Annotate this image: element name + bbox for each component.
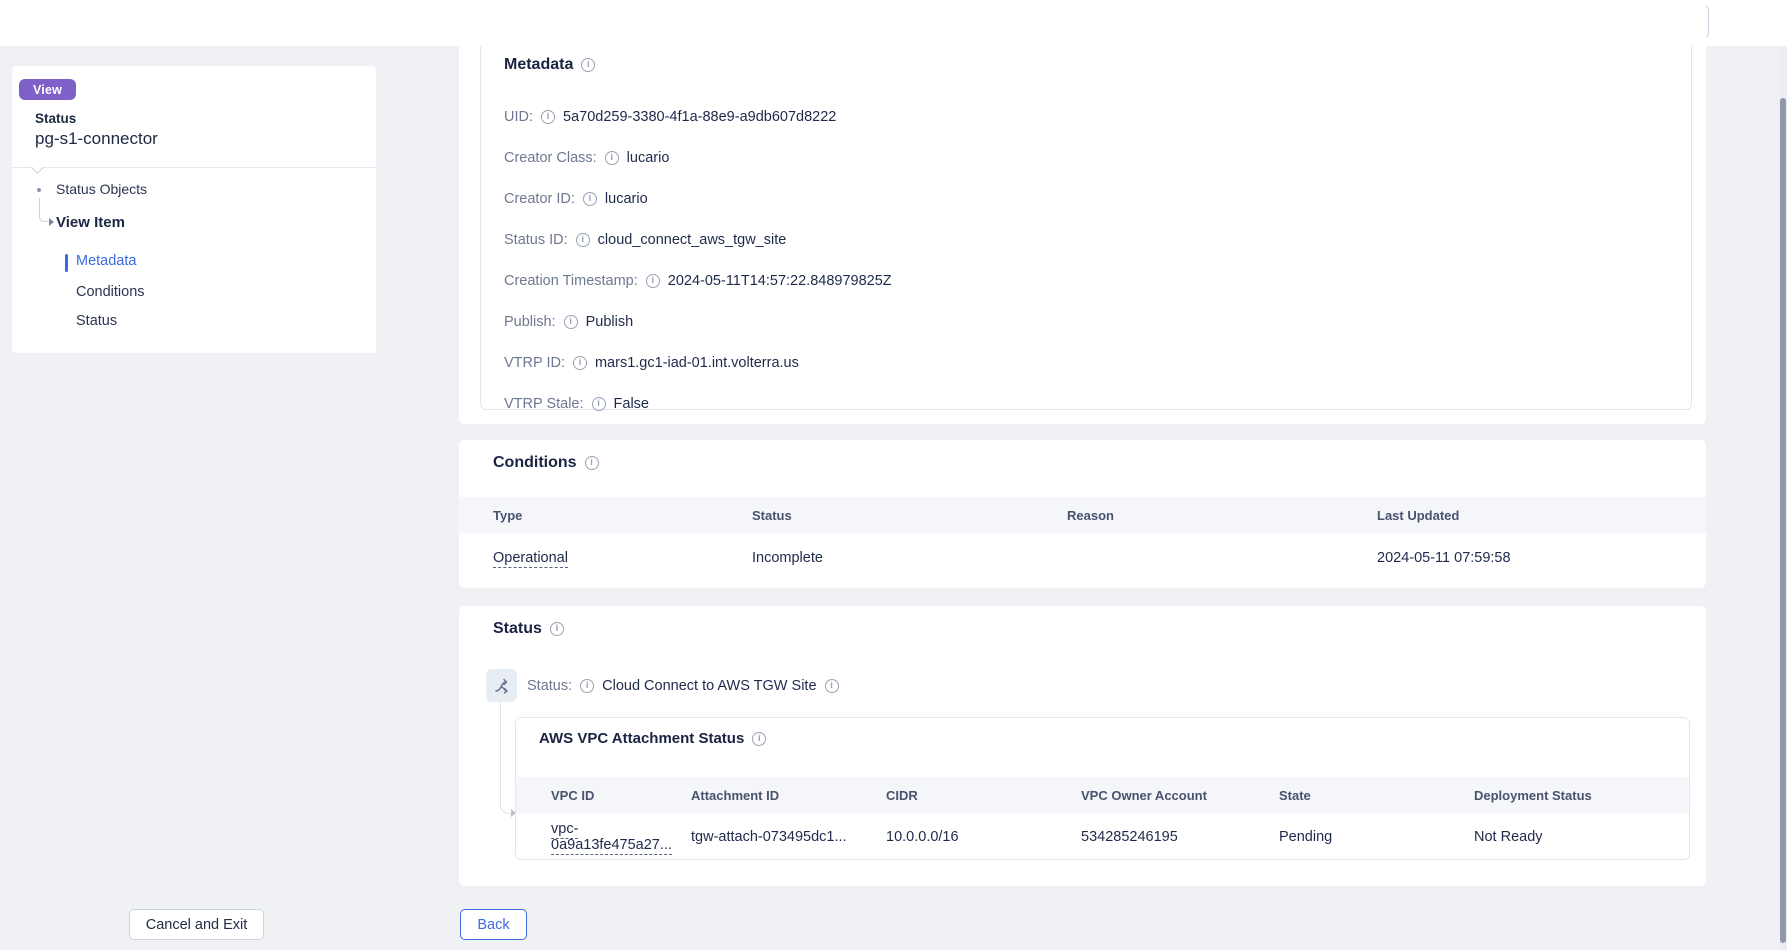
conditions-table-header: Type Status Reason Last Updated xyxy=(459,497,1706,533)
field-label: Publish: xyxy=(504,314,556,330)
tree-expand-arrow-icon xyxy=(49,218,54,226)
column-header-deployment-status: Deployment Status xyxy=(1474,788,1689,803)
metadata-card: Metadata UID: 5a70d259-3380-4f1a-88e9-a9… xyxy=(480,46,1692,410)
status-field-label: Status: xyxy=(527,678,572,694)
field-value: lucario xyxy=(627,150,670,166)
view-mode-badge: View xyxy=(19,79,76,100)
field-value: cloud_connect_aws_tgw_site xyxy=(598,232,787,248)
sidebar: View Status pg-s1-connector Status Objec… xyxy=(12,66,376,353)
attachment-id-cell: tgw-attach-073495dc1... xyxy=(691,829,886,845)
field-label: Creator ID: xyxy=(504,191,575,207)
field-value: mars1.gc1-iad-01.int.volterra.us xyxy=(595,355,799,371)
tree-connector-line xyxy=(39,198,48,222)
field-label: VTRP ID: xyxy=(504,355,565,371)
info-icon[interactable] xyxy=(585,456,599,470)
vpc-title-text: AWS VPC Attachment Status xyxy=(539,730,744,747)
info-icon[interactable] xyxy=(825,679,839,693)
branch-split-icon[interactable] xyxy=(486,669,517,702)
status-summary-row: Status: Cloud Connect to AWS TGW Site xyxy=(527,678,839,694)
info-icon[interactable] xyxy=(583,192,597,206)
metadata-field-list: UID: 5a70d259-3380-4f1a-88e9-a9db607d822… xyxy=(504,96,892,424)
status-title-text: Status xyxy=(493,620,542,638)
column-header-status: Status xyxy=(752,508,1067,523)
field-label: Status ID: xyxy=(504,232,568,248)
condition-type-link[interactable]: Operational xyxy=(493,550,568,568)
metadata-field-creation-timestamp: Creation Timestamp: 2024-05-11T14:57:22.… xyxy=(504,260,892,301)
back-button[interactable]: Back xyxy=(460,909,527,940)
sidebar-item-metadata[interactable]: Metadata xyxy=(76,253,136,269)
info-icon[interactable] xyxy=(573,356,587,370)
metadata-card-title: Metadata xyxy=(504,56,595,74)
metadata-field-uid: UID: 5a70d259-3380-4f1a-88e9-a9db607d822… xyxy=(504,96,892,137)
sidebar-item-status[interactable]: Status xyxy=(76,313,117,329)
vpc-owner-account-cell: 534285246195 xyxy=(1081,829,1279,845)
status-field-value: Cloud Connect to AWS TGW Site xyxy=(602,678,816,694)
info-icon[interactable] xyxy=(564,315,578,329)
object-kind-label: Status xyxy=(35,111,76,126)
collapse-chevron-icon[interactable] xyxy=(31,161,44,174)
column-header-cidr: CIDR xyxy=(886,788,1081,803)
field-label: VTRP Stale: xyxy=(504,396,584,412)
metadata-title-text: Metadata xyxy=(504,56,573,74)
metadata-field-vtrp-stale: VTRP Stale: False xyxy=(504,383,892,424)
vpc-table-row: vpc-0a9a13fe475a27... tgw-attach-073495d… xyxy=(516,813,1689,860)
condition-last-updated-cell: 2024-05-11 07:59:58 xyxy=(1377,550,1706,566)
metadata-field-creator-id: Creator ID: lucario xyxy=(504,178,892,219)
tree-elbow-connector xyxy=(500,702,513,814)
conditions-section: Conditions Type Status Reason Last Updat… xyxy=(459,440,1706,588)
conditions-card-title: Conditions xyxy=(493,454,599,472)
object-name-label: pg-s1-connector xyxy=(35,129,158,149)
vertical-scrollbar-thumb[interactable] xyxy=(1780,98,1786,943)
metadata-field-vtrp-id: VTRP ID: mars1.gc1-iad-01.int.volterra.u… xyxy=(504,342,892,383)
field-label: UID: xyxy=(504,109,533,125)
info-icon[interactable] xyxy=(752,732,766,746)
sidebar-divider xyxy=(12,167,376,168)
status-card-title: Status xyxy=(493,620,564,638)
info-icon[interactable] xyxy=(581,58,595,72)
field-label: Creation Timestamp: xyxy=(504,273,638,289)
info-icon[interactable] xyxy=(646,274,660,288)
column-header-last-updated: Last Updated xyxy=(1377,508,1706,523)
field-value: False xyxy=(614,396,649,412)
cancel-and-exit-button[interactable]: Cancel and Exit xyxy=(129,909,264,940)
tree-item-status-objects[interactable]: Status Objects xyxy=(56,181,147,197)
field-label: Creator Class: xyxy=(504,150,597,166)
vpc-id-link[interactable]: vpc-0a9a13fe475a27... xyxy=(551,821,672,855)
metadata-field-publish: Publish: Publish xyxy=(504,301,892,342)
field-value: Publish xyxy=(586,314,634,330)
conditions-table-row: Operational Incomplete 2024-05-11 07:59:… xyxy=(459,533,1706,582)
metadata-field-status-id: Status ID: cloud_connect_aws_tgw_site xyxy=(504,219,892,260)
active-item-indicator xyxy=(65,254,68,272)
column-header-state: State xyxy=(1279,788,1474,803)
cidr-cell: 10.0.0.0/16 xyxy=(886,829,1081,845)
metadata-field-creator-class: Creator Class: lucario xyxy=(504,137,892,178)
deployment-status-cell: Not Ready xyxy=(1474,829,1689,845)
info-icon[interactable] xyxy=(550,622,564,636)
field-value: 2024-05-11T14:57:22.848979825Z xyxy=(668,273,892,289)
tree-bullet-icon xyxy=(37,188,41,192)
vpc-card-title: AWS VPC Attachment Status xyxy=(539,730,766,747)
metadata-section: Metadata UID: 5a70d259-3380-4f1a-88e9-a9… xyxy=(459,0,1706,424)
aws-vpc-attachment-card: AWS VPC Attachment Status VPC ID Attachm… xyxy=(515,717,1690,860)
column-header-vpc-id: VPC ID xyxy=(516,788,691,803)
column-header-reason: Reason xyxy=(1067,508,1377,523)
info-icon[interactable] xyxy=(580,679,594,693)
tree-item-view-item[interactable]: View Item xyxy=(56,214,125,231)
field-value: lucario xyxy=(605,191,648,207)
info-icon[interactable] xyxy=(576,233,590,247)
state-cell: Pending xyxy=(1279,829,1474,845)
column-header-vpc-owner-account: VPC Owner Account xyxy=(1081,788,1279,803)
field-value: 5a70d259-3380-4f1a-88e9-a9db607d8222 xyxy=(563,109,836,125)
conditions-title-text: Conditions xyxy=(493,454,577,472)
vpc-table-header: VPC ID Attachment ID CIDR VPC Owner Acco… xyxy=(516,777,1689,813)
status-section: Status Status: Cloud Connect to AWS TGW … xyxy=(459,606,1706,886)
condition-status-cell: Incomplete xyxy=(752,550,1067,566)
info-icon[interactable] xyxy=(541,110,555,124)
sidebar-item-conditions[interactable]: Conditions xyxy=(76,284,145,300)
info-icon[interactable] xyxy=(592,397,606,411)
column-header-attachment-id: Attachment ID xyxy=(691,788,886,803)
info-icon[interactable] xyxy=(605,151,619,165)
column-header-type: Type xyxy=(459,508,752,523)
